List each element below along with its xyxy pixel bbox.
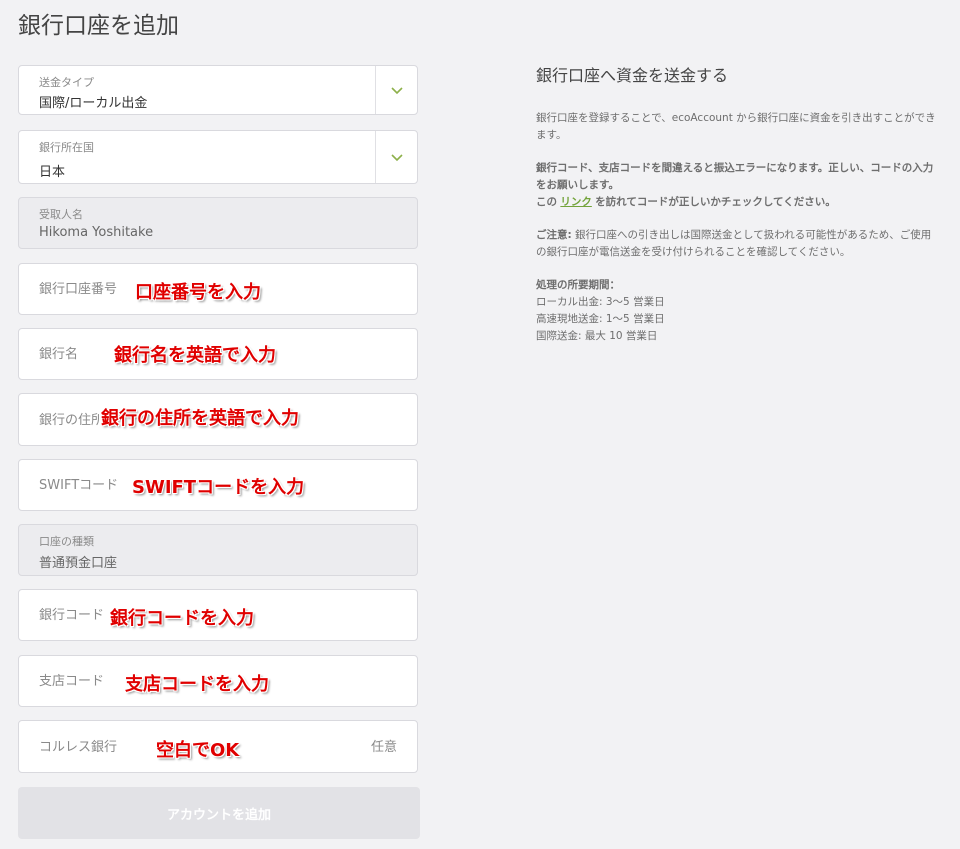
chevron-down-icon[interactable] bbox=[375, 131, 417, 183]
bank-address-annotation: 銀行の住所を英語で入力 bbox=[101, 408, 299, 429]
swift-code-placeholder: SWIFTコード bbox=[39, 478, 119, 493]
info-paragraph-2: 銀行コード、支店コードを間違えると振込エラーになります。正しい、コードの入力をお… bbox=[536, 160, 936, 211]
bank-code-placeholder: 銀行コード bbox=[39, 608, 105, 623]
bank-address-placeholder: 銀行の住所 bbox=[39, 413, 99, 428]
info-link-suffix: を訪れてコードが正しいかチェックしてください。 bbox=[595, 196, 836, 208]
info-warning: 銀行コード、支店コードを間違えると振込エラーになります。正しい、コードの入力をお… bbox=[536, 162, 934, 191]
processing-time-local: ローカル出金: 3〜5 営業日 bbox=[536, 296, 665, 308]
account-number-placeholder: 銀行口座番号 bbox=[39, 282, 118, 297]
processing-time-international: 国際送金: 最大 10 営業日 bbox=[536, 330, 658, 342]
page-title: 銀行口座を追加 bbox=[18, 13, 179, 39]
bank-code-annotation: 銀行コードを入力 bbox=[110, 608, 254, 629]
info-note-text: 銀行口座への引き出しは国際送金として扱われる可能性があるため、ご使用の銀行口座が… bbox=[536, 229, 932, 258]
info-link-prefix: この bbox=[536, 196, 557, 208]
bank-name-placeholder: 銀行名 bbox=[39, 347, 79, 362]
add-account-button[interactable]: アカウントを追加 bbox=[18, 787, 420, 839]
info-paragraph-3: ご注意: 銀行口座への引き出しは国際送金として扱われる可能性があるため、ご使用の… bbox=[536, 227, 936, 261]
recipient-name-value: Hikoma Yoshitake bbox=[39, 225, 154, 240]
code-check-link[interactable]: リンク bbox=[560, 196, 592, 208]
account-type-label: 口座の種類 bbox=[39, 535, 94, 548]
info-paragraph-4: 処理の所要期間： ローカル出金: 3〜5 営業日 高速現地送金: 1〜5 営業日… bbox=[536, 277, 936, 345]
branch-code-placeholder: 支店コード bbox=[39, 674, 105, 689]
info-note-label: ご注意: bbox=[536, 229, 572, 241]
correspondent-bank-annotation: 空白でOK bbox=[156, 740, 240, 761]
processing-time-fast: 高速現地送金: 1〜5 営業日 bbox=[536, 313, 665, 325]
processing-time-title: 処理の所要期間： bbox=[536, 279, 620, 291]
chevron-down-icon[interactable] bbox=[375, 66, 417, 114]
info-paragraph-1: 銀行口座を登録することで、ecoAccount から銀行口座に資金を引き出すこと… bbox=[536, 112, 936, 141]
recipient-name-field: 受取人名 Hikoma Yoshitake bbox=[18, 197, 418, 249]
bank-country-label: 銀行所在国 bbox=[39, 141, 94, 154]
account-type-value: 普通預金口座 bbox=[39, 556, 118, 571]
correspondent-bank-placeholder: コルレス銀行 bbox=[39, 740, 118, 755]
transfer-type-label: 送金タイプ bbox=[39, 76, 94, 89]
transfer-type-value: 国際/ローカル出金 bbox=[39, 96, 148, 111]
swift-code-annotation: SWIFTコードを入力 bbox=[132, 477, 305, 498]
recipient-name-label: 受取人名 bbox=[39, 208, 83, 221]
optional-tag: 任意 bbox=[370, 740, 397, 755]
bank-country-select[interactable]: 銀行所在国 日本 bbox=[18, 130, 418, 184]
account-number-annotation: 口座番号を入力 bbox=[135, 282, 261, 303]
transfer-type-select[interactable]: 送金タイプ 国際/ローカル出金 bbox=[18, 65, 418, 115]
info-panel: 銀行口座へ資金を送金する 銀行口座を登録することで、ecoAccount から銀… bbox=[536, 62, 936, 361]
account-type-field: 口座の種類 普通預金口座 bbox=[18, 524, 418, 576]
branch-code-annotation: 支店コードを入力 bbox=[125, 674, 269, 695]
info-title: 銀行口座へ資金を送金する bbox=[536, 66, 729, 85]
bank-name-annotation: 銀行名を英語で入力 bbox=[114, 345, 276, 366]
bank-country-value: 日本 bbox=[39, 165, 66, 180]
